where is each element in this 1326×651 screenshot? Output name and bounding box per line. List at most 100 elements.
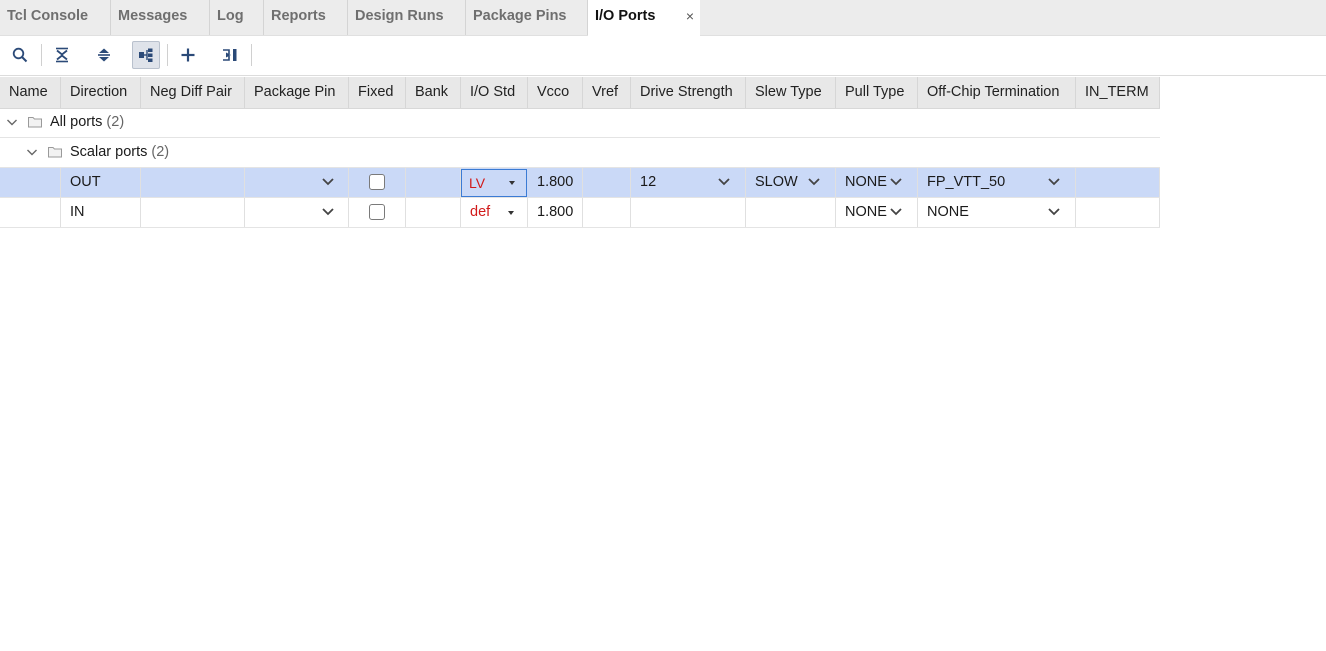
off-chip-termination-dropdown[interactable]: FP_VTT_50 — [918, 168, 1076, 197]
column-header-direction[interactable]: Direction — [61, 77, 141, 108]
tab-log[interactable]: Log — [210, 0, 264, 35]
tab-label: Tcl Console — [7, 8, 89, 24]
column-header-bank[interactable]: Bank — [406, 77, 461, 108]
column-header-off-chip-termination[interactable]: Off-Chip Termination — [918, 77, 1076, 108]
tree-row-all-ports[interactable]: All ports (2) — [0, 108, 1160, 138]
drive-strength-dropdown[interactable]: 12 — [631, 168, 746, 197]
column-header-name[interactable]: Name — [0, 77, 61, 108]
off-chip-termination-dropdown[interactable]: NONE — [918, 198, 1076, 227]
pull-type-dropdown[interactable]: NONE — [836, 198, 918, 227]
chevron-down-icon[interactable] — [807, 176, 821, 188]
table-row[interactable]: IN def 1.800 NONE NONE — [0, 198, 1160, 228]
chevron-down-icon[interactable] — [6, 115, 18, 129]
slew-type-dropdown[interactable]: SLOW — [746, 168, 836, 197]
vcco-cell[interactable]: 1.800 — [528, 198, 583, 227]
fixed-cell — [349, 168, 406, 197]
tab-label: Log — [217, 8, 244, 24]
io-std-dropdown[interactable]: LV — [461, 169, 527, 197]
fixed-checkbox[interactable] — [369, 174, 385, 190]
tab-label: Messages — [118, 8, 188, 24]
chevron-down-icon[interactable] — [717, 176, 731, 188]
column-header-vcco[interactable]: Vcco — [528, 77, 583, 108]
scalar-ports-label: Scalar ports — [70, 144, 148, 160]
neg-diff-pair-cell[interactable] — [141, 168, 245, 197]
bank-cell[interactable] — [406, 198, 461, 227]
column-header-drive-strength[interactable]: Drive Strength — [631, 77, 746, 108]
chevron-down-icon[interactable] — [889, 176, 903, 188]
tab-design-runs[interactable]: Design Runs — [348, 0, 466, 35]
slew-type-cell[interactable] — [746, 198, 836, 227]
add-button[interactable] — [174, 41, 202, 69]
column-header-fixed[interactable]: Fixed — [349, 77, 406, 108]
io-std-value: def — [470, 204, 491, 220]
in-term-cell[interactable] — [1076, 198, 1160, 227]
toolbar-separator — [41, 44, 42, 66]
tree-label: Scalar ports (2) — [70, 138, 169, 167]
tree-label: All ports (2) — [50, 108, 124, 137]
pull-type-value: NONE — [845, 204, 887, 220]
column-header-pull-type[interactable]: Pull Type — [836, 77, 918, 108]
tab-io-ports[interactable]: I/O Ports × — [588, 0, 700, 36]
tab-reports[interactable]: Reports — [264, 0, 348, 35]
chevron-down-icon[interactable] — [1047, 206, 1061, 218]
fixed-checkbox[interactable] — [369, 204, 385, 220]
column-header-io-std[interactable]: I/O Std — [461, 77, 528, 108]
tab-tcl-console[interactable]: Tcl Console — [0, 0, 111, 35]
toolbar-separator — [167, 44, 168, 66]
tab-bar: Tcl Console Messages Log Reports Design … — [0, 0, 1326, 36]
row-indent-cell — [0, 198, 61, 227]
group-by-interface-button[interactable] — [132, 41, 160, 69]
auto-assign-icon — [223, 49, 237, 61]
row-indent-cell — [0, 168, 61, 197]
column-header-in-term[interactable]: IN_TERM — [1076, 77, 1160, 108]
package-pin-dropdown[interactable] — [245, 168, 349, 197]
column-header-vref[interactable]: Vref — [583, 77, 631, 108]
neg-diff-pair-cell[interactable] — [141, 198, 245, 227]
io-std-dropdown[interactable]: def — [461, 198, 528, 227]
folder-icon — [28, 117, 42, 128]
io-std-value: LV — [469, 175, 486, 191]
tab-messages[interactable]: Messages — [111, 0, 210, 35]
off-chip-termination-value: FP_VTT_50 — [927, 174, 1006, 190]
tab-label: I/O Ports — [595, 8, 656, 24]
table-row[interactable]: OUT LV 1.800 12 SLOW NONE FP_VTT_50 — [0, 168, 1160, 198]
chevron-down-icon[interactable] — [321, 206, 335, 218]
vref-cell[interactable] — [583, 198, 631, 227]
table-header: Name Direction Neg Diff Pair Package Pin… — [0, 77, 1160, 109]
all-ports-count: (2) — [106, 114, 125, 130]
chevron-down-icon[interactable] — [889, 206, 903, 218]
dropdown-arrow-icon[interactable] — [509, 181, 515, 185]
tab-label: Reports — [271, 8, 326, 24]
add-icon — [181, 48, 195, 62]
search-button[interactable] — [6, 41, 34, 69]
chevron-down-icon[interactable] — [321, 176, 335, 188]
tree-row-scalar-ports[interactable]: Scalar ports (2) — [0, 138, 1160, 168]
column-header-package-pin[interactable]: Package Pin — [245, 77, 349, 108]
pull-type-dropdown[interactable]: NONE — [836, 168, 918, 197]
close-icon[interactable]: × — [686, 0, 694, 33]
drive-strength-cell[interactable] — [631, 198, 746, 227]
fixed-cell — [349, 198, 406, 227]
chevron-down-icon[interactable] — [1047, 176, 1061, 188]
bank-cell[interactable] — [406, 168, 461, 197]
slew-type-value: SLOW — [755, 174, 798, 190]
in-term-cell[interactable] — [1076, 168, 1160, 197]
auto-assign-button[interactable] — [216, 41, 244, 69]
column-header-neg-diff-pair[interactable]: Neg Diff Pair — [141, 77, 245, 108]
dropdown-arrow-icon[interactable] — [508, 211, 514, 215]
column-header-slew-type[interactable]: Slew Type — [746, 77, 836, 108]
port-name-cell[interactable]: IN — [61, 198, 141, 227]
tab-package-pins[interactable]: Package Pins — [466, 0, 588, 35]
expand-all-button[interactable] — [90, 41, 118, 69]
chevron-down-icon[interactable] — [26, 145, 38, 159]
toolbar-separator — [251, 44, 252, 66]
scalar-ports-count: (2) — [151, 144, 170, 160]
drive-strength-value: 12 — [640, 174, 657, 190]
vcco-cell[interactable]: 1.800 — [528, 168, 583, 197]
vref-cell[interactable] — [583, 168, 631, 197]
search-icon — [12, 47, 28, 63]
port-name-cell[interactable]: OUT — [61, 168, 141, 197]
collapse-all-button[interactable] — [48, 41, 76, 69]
package-pin-dropdown[interactable] — [245, 198, 349, 227]
pull-type-value: NONE — [845, 174, 887, 190]
